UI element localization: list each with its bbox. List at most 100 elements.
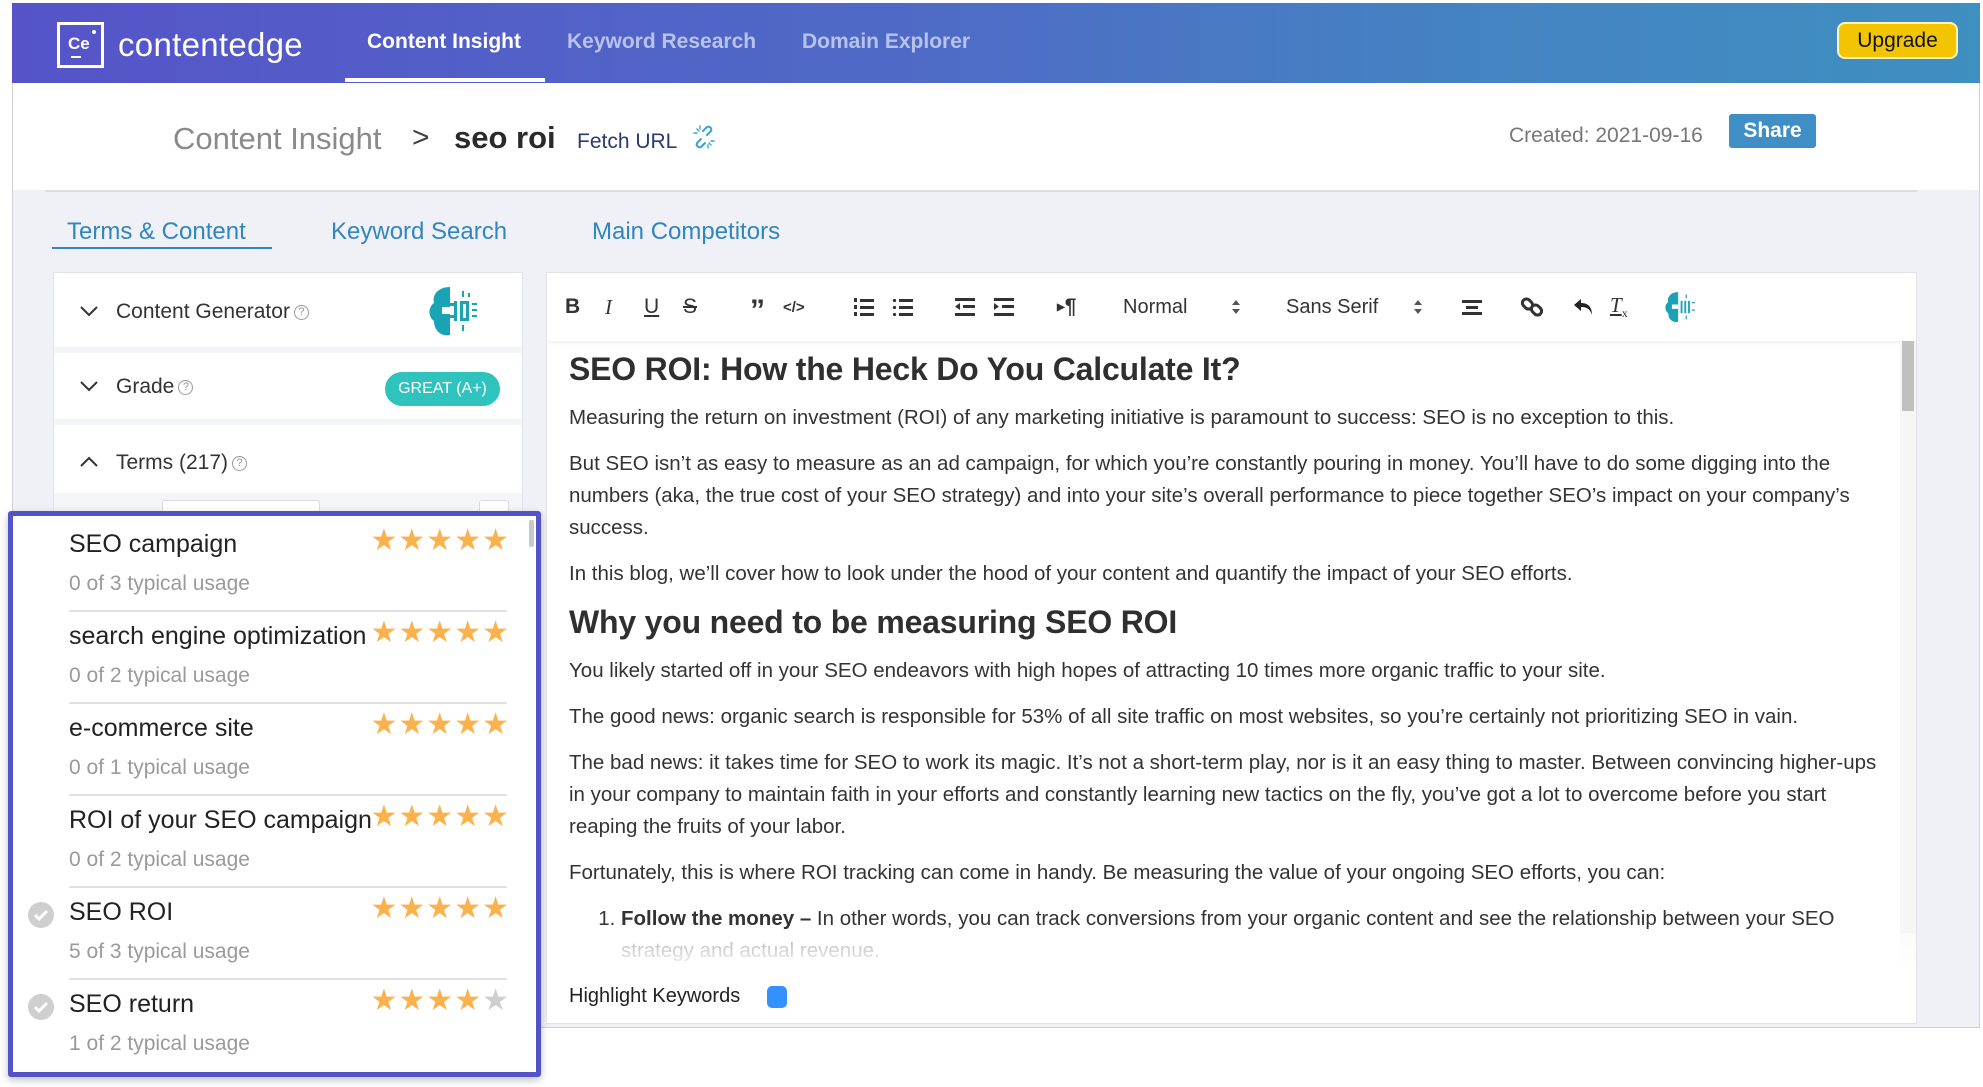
term-usage: 0 of 2 typical usage — [69, 664, 250, 687]
term-item[interactable]: e-commerce site 0 of 1 typical usage ★ ★ ★ ★ ★ — [13, 704, 536, 796]
broken-link-icon[interactable] — [691, 124, 717, 150]
star-icon: ★ — [454, 708, 482, 741]
font-select[interactable]: Sans Serif — [1286, 293, 1378, 321]
term-usage: 5 of 3 typical usage — [69, 940, 250, 963]
term-item[interactable]: SEO return 1 of 2 typical usage ★ ★ ★ ★ ★ — [13, 980, 536, 1072]
star-icon: ★ — [426, 616, 454, 649]
editor-scrollbar-thumb[interactable] — [1902, 341, 1914, 411]
star-icon: ★ — [454, 800, 482, 833]
tab-terms-content[interactable]: Terms & Content — [67, 218, 246, 246]
star-icon: ★ — [370, 984, 398, 1017]
chevron-down-icon[interactable] — [78, 300, 100, 322]
content-editor[interactable]: B I U S ” </> ▶ ¶ Normal Sans Serif Tx SE… — [546, 272, 1917, 1024]
paragraph[interactable]: The bad news: it takes time for SEO to w… — [569, 747, 1891, 843]
paragraph[interactable]: In this blog, we’ll cover how to look un… — [569, 558, 1891, 590]
indent-icon[interactable] — [993, 293, 1015, 321]
star-icon: ★ — [398, 892, 426, 925]
blockquote-button[interactable]: ” — [750, 294, 765, 327]
star-icon: ★ — [454, 984, 482, 1017]
star-icon: ★ — [426, 524, 454, 557]
chevron-up-icon[interactable] — [78, 451, 100, 473]
italic-button[interactable]: I — [605, 293, 612, 321]
pilcrow-icon: ¶ — [1064, 295, 1077, 318]
clear-format-icon: Tx — [1610, 292, 1628, 321]
fetch-url-link[interactable]: Fetch URL — [577, 130, 677, 154]
term-item[interactable]: SEO ROI 5 of 3 typical usage ★ ★ ★ ★ ★ — [13, 888, 536, 980]
select-arrows-icon[interactable] — [1413, 298, 1423, 316]
terms-section[interactable]: Terms (217)? — [54, 425, 522, 499]
paragraph[interactable]: You likely started off in your SEO endea… — [569, 655, 1891, 687]
ai-brain-icon[interactable] — [424, 283, 482, 339]
section-heading[interactable]: Why you need to be measuring SEO ROI — [569, 604, 1891, 641]
tab-main-competitors[interactable]: Main Competitors — [592, 218, 780, 246]
article-title[interactable]: SEO ROI: How the Heck Do You Calculate I… — [569, 351, 1891, 388]
editor-fade-overlay — [547, 933, 1916, 1023]
link-icon[interactable] — [1520, 293, 1544, 321]
term-usage: 1 of 2 typical usage — [69, 1032, 250, 1055]
code-button[interactable]: </> — [783, 293, 805, 321]
star-icon: ★ — [482, 708, 509, 741]
star-icon: ★ — [482, 524, 509, 557]
paragraph[interactable]: Measuring the return on investment (ROI)… — [569, 402, 1891, 434]
star-icon: ★ — [370, 800, 398, 833]
undo-icon[interactable] — [1573, 293, 1595, 321]
term-name: search engine optimization — [69, 622, 367, 650]
star-icon: ★ — [370, 708, 398, 741]
paragraph[interactable]: Fortunately, this is where ROI tracking … — [569, 857, 1891, 889]
term-name: ROI of your SEO campaign — [69, 806, 372, 834]
nav-domain-explorer[interactable]: Domain Explorer — [802, 30, 970, 54]
breadcrumb-root[interactable]: Content Insight — [173, 121, 382, 157]
term-name: SEO ROI — [69, 898, 174, 926]
editor-content[interactable]: SEO ROI: How the Heck Do You Calculate I… — [569, 351, 1891, 967]
help-icon[interactable]: ? — [178, 379, 194, 395]
select-arrows-icon[interactable] — [1231, 298, 1241, 316]
term-item[interactable]: search engine optimization 0 of 2 typical… — [13, 612, 536, 704]
star-icon: ★ — [482, 984, 509, 1017]
logo-bar — [71, 56, 81, 58]
term-usage: 0 of 3 typical usage — [69, 572, 250, 595]
term-name: SEO return — [69, 990, 195, 1018]
nav-keyword-research[interactable]: Keyword Research — [567, 30, 756, 54]
help-icon[interactable]: ? — [232, 455, 248, 471]
underline-button[interactable]: U — [644, 293, 659, 321]
upgrade-button[interactable]: Upgrade — [1837, 22, 1958, 59]
help-icon[interactable]: ? — [293, 304, 309, 320]
nav-content-insight[interactable]: Content Insight — [367, 30, 521, 54]
term-rating: ★ ★ ★ ★ ★ — [370, 802, 509, 832]
paragraph[interactable]: The good news: organic search is respons… — [569, 701, 1891, 733]
grade-badge: GREAT (A+) — [385, 372, 500, 406]
strike-button[interactable]: S — [683, 293, 697, 321]
star-icon: ★ — [398, 708, 426, 741]
term-item[interactable]: ROI of your SEO campaign 0 of 2 typical u… — [13, 796, 536, 888]
editor-scrollbar-track[interactable] — [1900, 341, 1916, 1023]
header-divider — [45, 190, 1917, 192]
bullet-list-icon[interactable] — [892, 293, 914, 321]
term-rating: ★ ★ ★ ★ ★ — [370, 710, 509, 740]
align-icon[interactable] — [1461, 293, 1483, 321]
share-button[interactable]: Share — [1729, 114, 1816, 148]
star-icon: ★ — [426, 800, 454, 833]
check-circle-icon — [28, 902, 54, 928]
ai-assistant-icon[interactable] — [1662, 289, 1698, 325]
term-name: SEO campaign — [69, 530, 238, 558]
text-direction-button[interactable]: ▶ ¶ — [1057, 293, 1076, 321]
brand-name[interactable]: contentedge — [118, 26, 303, 64]
paragraph[interactable]: But SEO isn’t as easy to measure as an a… — [569, 448, 1891, 544]
outdent-icon[interactable] — [954, 293, 976, 321]
highlight-keywords-label: Highlight Keywords — [569, 985, 741, 1007]
ordered-list-icon[interactable] — [853, 293, 875, 321]
grade-section[interactable]: Grade? GREAT (A+) — [54, 353, 522, 425]
terms-text: Terms (217) — [116, 451, 229, 474]
grade-text: Grade — [116, 375, 175, 398]
term-item[interactable]: SEO campaign 0 of 3 typical usage ★ ★ ★ ★ ★ — [13, 520, 536, 612]
heading-select[interactable]: Normal — [1123, 293, 1187, 321]
clear-format-button[interactable]: Tx — [1610, 293, 1628, 321]
logo[interactable]: Ce — [57, 22, 104, 68]
tab-keyword-search[interactable]: Keyword Search — [331, 218, 507, 246]
star-icon: ★ — [370, 616, 398, 649]
content-generator-section[interactable]: Content Generator? — [54, 273, 522, 353]
term-rating: ★ ★ ★ ★ ★ — [370, 894, 509, 924]
chevron-down-icon[interactable] — [78, 375, 100, 397]
highlight-keywords-toggle[interactable] — [767, 986, 787, 1008]
bold-button[interactable]: B — [565, 293, 580, 321]
